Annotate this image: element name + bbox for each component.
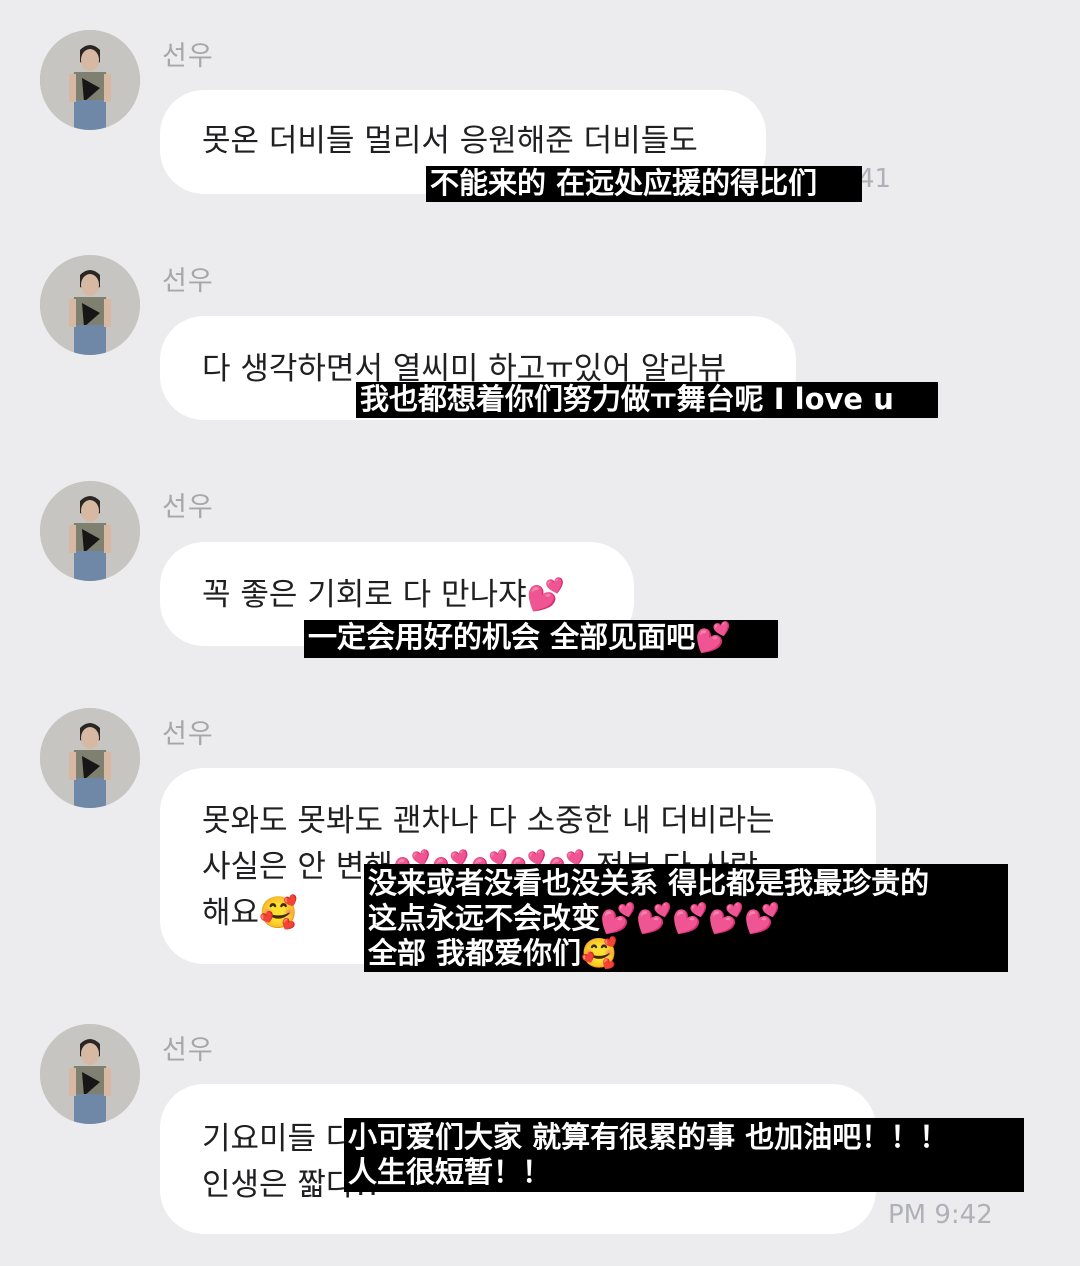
subtitle-caption: 我也都想着你们努力做ㅠ舞台呢 I love u <box>356 382 938 418</box>
message-text: 못와도 못봐도 괜차나 다 소중한 내 더비라는 <box>202 803 775 839</box>
message-text: 꼭 좋은 기회로 다 만나쟈💕 <box>202 577 566 613</box>
subtitle-caption: 小可爱们大家 就算有很累的事 也加油吧！！！ 人生很短暂！！ <box>344 1118 1024 1192</box>
message-time: 41 <box>858 164 892 194</box>
sender-name: 선우 <box>162 1035 214 1066</box>
sender-name: 선우 <box>162 266 214 297</box>
sender-avatar[interactable] <box>40 255 140 355</box>
sender-name: 선우 <box>162 719 214 750</box>
subtitle-caption: 一定会用好的机会 全部见面吧💕 <box>304 620 778 658</box>
sender-avatar[interactable] <box>40 1024 140 1124</box>
message-text: 못온 더비들 멀리서 응원해준 더비들도 <box>202 123 698 159</box>
subtitle-caption: 不能来的 在远处应援的得比们 <box>426 166 862 202</box>
sender-avatar[interactable] <box>40 708 140 808</box>
sender-avatar[interactable] <box>40 30 140 130</box>
sender-name: 선우 <box>162 492 214 523</box>
sender-name: 선우 <box>162 41 214 72</box>
subtitle-caption: 没来或者没看也没关系 得比都是我最珍贵的 这点永远不会改变💕💕💕💕💕 全部 我都… <box>364 864 1008 972</box>
message-time: PM 9:42 <box>888 1200 993 1230</box>
sender-avatar[interactable] <box>40 481 140 581</box>
